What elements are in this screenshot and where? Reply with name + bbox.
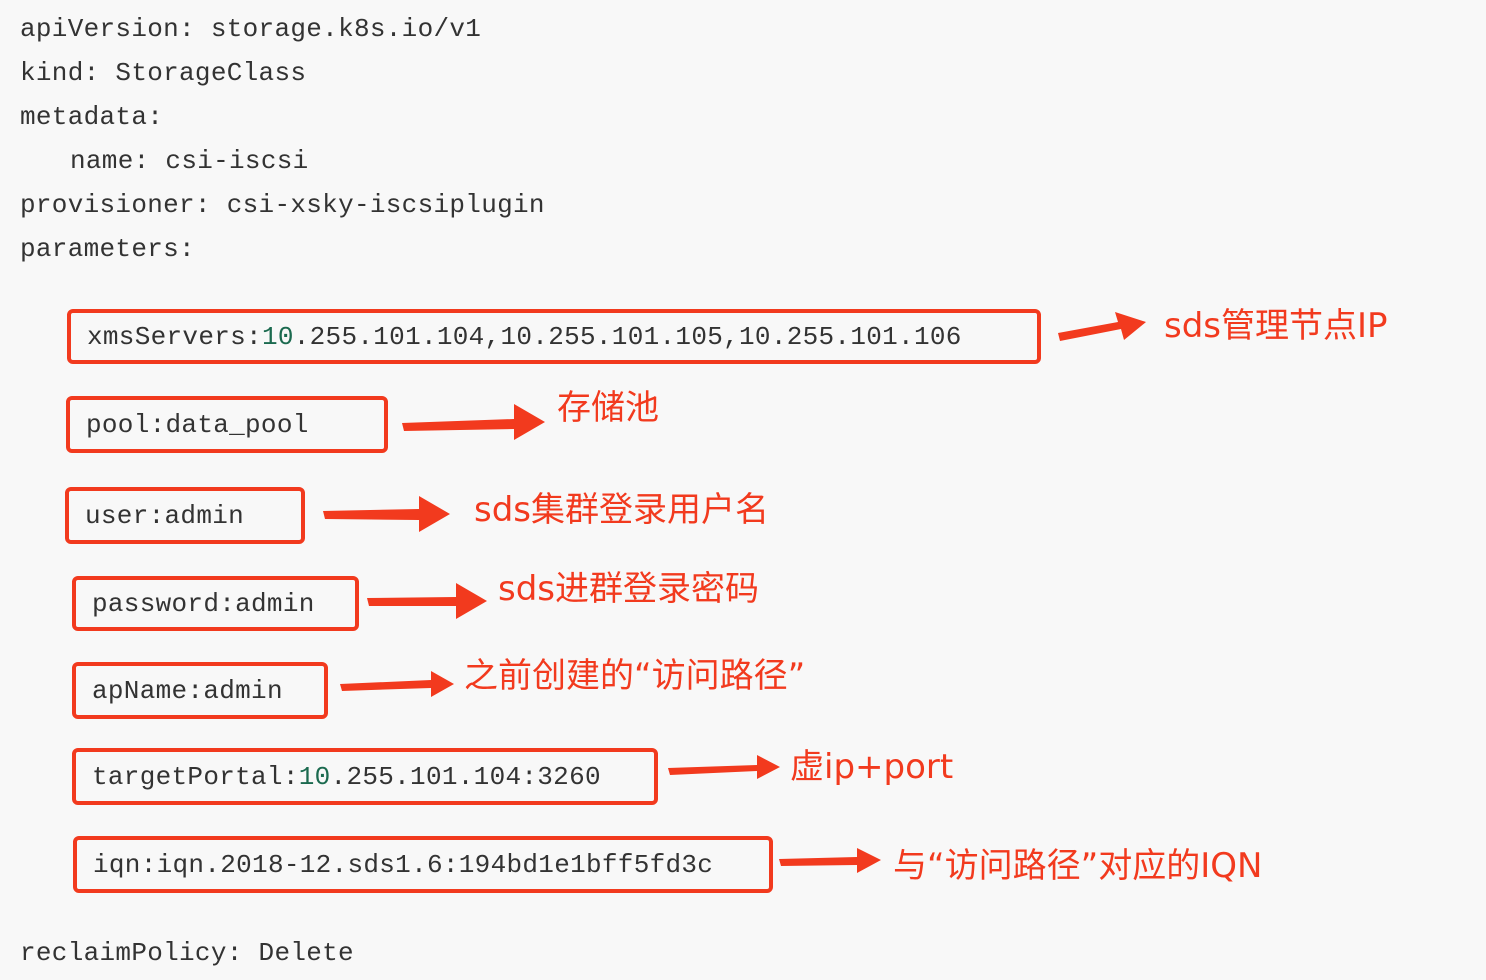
annotation-apname: 之前创建的“访问路径” [464, 656, 806, 696]
annotation-iqn: 与“访问路径”对应的IQN [893, 846, 1263, 886]
annotation-user: sds集群登录用户名 [474, 490, 770, 530]
arrow-targetportal-icon [668, 755, 780, 779]
arrow-pool-icon [402, 404, 545, 440]
annotation-targetportal: 虚ip+port [790, 747, 954, 787]
arrow-iqn-icon [779, 848, 881, 873]
arrow-password-icon [367, 583, 487, 619]
arrow-xmsservers-icon [1058, 312, 1146, 341]
arrow-user-icon [323, 496, 450, 532]
annotation-xmsservers: sds管理节点IP [1164, 306, 1388, 346]
annotation-password: sds进群登录密码 [498, 569, 760, 609]
arrow-apname-icon [340, 671, 454, 697]
annotation-pool: 存储池 [557, 388, 659, 428]
